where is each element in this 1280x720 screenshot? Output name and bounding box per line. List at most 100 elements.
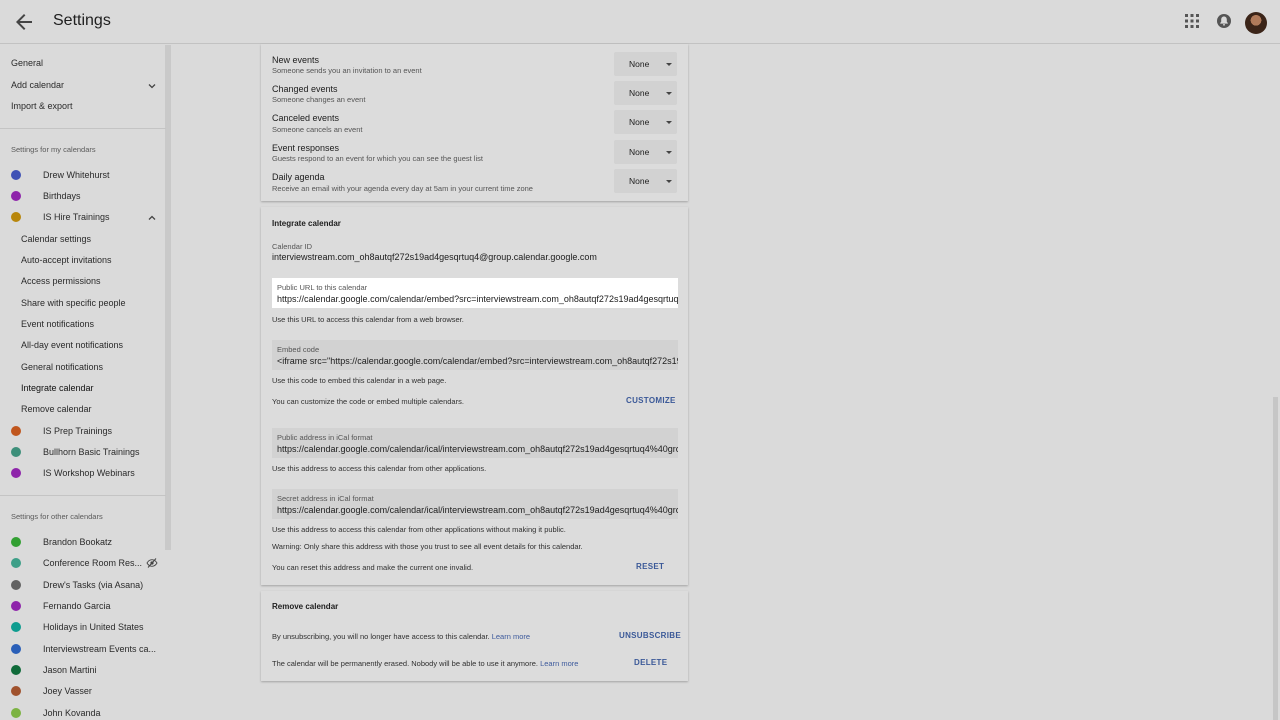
unsubscribe-text: By unsubscribing, you will no longer hav… [272,632,490,641]
public-url-field[interactable]: Public URL to this calendar https://cale… [272,278,678,308]
sidebar-calendar-item[interactable]: Fernando Garcia [0,597,166,617]
sidebar-calendar-item[interactable]: Joey Vasser [0,682,166,702]
notification-title: Event responses [272,143,340,153]
customize-button[interactable]: CUSTOMIZE [626,396,676,405]
sidebar-subitem-calendar-settings[interactable]: Calendar settings [21,234,91,244]
sidebar-subitem-general-notifications[interactable]: General notifications [21,362,103,372]
calendar-id-value[interactable]: interviewstream.com_oh8autqf272s19ad4ges… [272,252,597,262]
calendar-name: Drew's Tasks (via Asana) [43,580,144,590]
sidebar-calendar-item[interactable]: Birthdays [0,187,166,207]
section-heading: Integrate calendar [272,219,341,228]
ical-secret-field[interactable]: Secret address in iCal format https://ca… [272,489,678,519]
sidebar-calendar-item[interactable]: Drew Whitehurst [0,166,166,186]
sidebar-subitem-allday-notifications[interactable]: All-day event notifications [21,340,123,350]
caret-down-icon [666,63,672,66]
calendar-color-dot [11,644,21,654]
sidebar-link-import-export[interactable]: Import & export [11,101,73,111]
ical-public-field[interactable]: Public address in iCal format https://ca… [272,428,678,458]
public-url-help: Use this URL to access this calendar fro… [272,315,464,324]
apps-grid-icon[interactable] [1184,13,1200,29]
notification-title: Canceled events [272,113,340,123]
dropdown-value: None [629,59,650,69]
public-url-label: Public URL to this calendar [277,283,368,292]
notifications-bell-icon[interactable] [1216,13,1232,29]
calendar-color-dot [11,170,21,180]
notification-dropdown[interactable]: None [614,81,677,105]
notification-description: Someone sends you an invitation to an ev… [272,66,422,75]
sidebar-calendar-item[interactable]: Interviewstream Events ca... [0,640,166,660]
notification-description: Receive an email with your agenda every … [272,184,533,193]
calendar-name: Conference Room Res... [43,558,143,568]
page-title: Settings [53,12,111,29]
sidebar-calendar-item[interactable]: IS Prep Trainings [0,422,166,442]
embed-code-label: Embed code [277,345,320,354]
chevron-up-icon[interactable] [147,213,157,223]
ical-secret-value[interactable]: https://calendar.google.com/calendar/ica… [277,505,678,515]
sidebar-subitem-event-notifications[interactable]: Event notifications [21,319,94,329]
back-arrow-icon[interactable] [12,10,36,34]
chevron-down-icon[interactable] [147,81,157,91]
calendar-name: Holidays in United States [43,622,144,632]
embed-code-field[interactable]: Embed code <iframe src="https://calendar… [272,340,678,370]
ical-public-label: Public address in iCal format [277,433,373,442]
sidebar-calendar-item[interactable]: IS Workshop Webinars [0,464,166,484]
dropdown-value: None [629,176,650,186]
notification-dropdown[interactable]: None [614,52,677,76]
calendar-name: IS Hire Trainings [43,212,110,222]
sidebar-calendar-item[interactable]: Holidays in United States [0,618,166,638]
ical-secret-warning: Warning: Only share this address with th… [272,542,583,551]
sidebar-subitem-remove-calendar[interactable]: Remove calendar [21,404,92,414]
delete-text: The calendar will be permanently erased.… [272,659,538,668]
calendar-name: Jason Martini [43,665,97,675]
calendar-name: Bullhorn Basic Trainings [43,447,140,457]
sidebar-calendar-item[interactable]: Drew's Tasks (via Asana) [0,576,166,596]
calendar-name: Brandon Bookatz [43,537,113,547]
sidebar-calendar-item[interactable]: Bullhorn Basic Trainings [0,443,166,463]
sidebar-calendar-item[interactable]: John Kovanda [0,704,166,720]
embed-code-help: Use this code to embed this calendar in … [272,376,447,385]
page-scrollbar[interactable] [1273,397,1278,720]
reset-help: You can reset this address and make the … [272,563,474,572]
sidebar-divider [0,495,166,496]
sidebar-link-add-calendar[interactable]: Add calendar [11,80,64,90]
sidebar-subitem-access-permissions[interactable]: Access permissions [21,276,101,286]
notification-description: Guests respond to an event for which you… [272,154,483,163]
learn-more-link[interactable]: Learn more [540,659,578,668]
sidebar-calendar-item[interactable]: Conference Room Res... [0,554,166,574]
caret-down-icon [666,180,672,183]
calendar-color-dot [11,686,21,696]
learn-more-link[interactable]: Learn more [492,632,530,641]
caret-down-icon [666,151,672,154]
other-calendars-heading: Settings for other calendars [11,512,103,521]
sidebar-calendar-item[interactable]: Brandon Bookatz [0,533,166,553]
sidebar-subitem-integrate-calendar[interactable]: Integrate calendar [21,383,94,393]
sidebar-subitem-auto-accept[interactable]: Auto-accept invitations [21,255,112,265]
delete-text-row: The calendar will be permanently erased.… [272,659,578,668]
notification-dropdown[interactable]: None [614,110,677,134]
unsubscribe-button[interactable]: UNSUBSCRIBE [619,631,681,640]
event-notifications-card: New events Someone sends you an invitati… [261,44,688,201]
notification-dropdown[interactable]: None [614,169,677,193]
embed-code-value[interactable]: <iframe src="https://calendar.google.com… [277,356,678,366]
sidebar-calendar-item[interactable]: Jason Martini [0,661,166,681]
reset-button[interactable]: RESET [636,562,664,571]
calendar-name: Interviewstream Events ca... [43,644,157,654]
calendar-color-dot [11,558,21,568]
notification-description: Someone cancels an event [272,125,363,134]
calendar-id-label: Calendar ID [272,242,313,251]
notification-dropdown[interactable]: None [614,140,677,164]
calendar-color-dot [11,601,21,611]
customize-help: You can customize the code or embed mult… [272,397,464,406]
delete-button[interactable]: DELETE [634,658,667,667]
visibility-off-icon[interactable] [146,557,158,569]
sidebar-link-general[interactable]: General [11,58,43,68]
calendar-name: Fernando Garcia [43,601,111,611]
ical-public-value[interactable]: https://calendar.google.com/calendar/ica… [277,444,678,454]
user-avatar[interactable] [1245,12,1267,34]
sidebar-subitem-share-people[interactable]: Share with specific people [21,298,126,308]
public-url-value[interactable]: https://calendar.google.com/calendar/emb… [277,294,678,304]
calendar-color-dot [11,537,21,547]
ical-secret-help: Use this address to access this calendar… [272,525,566,534]
top-bar: Settings [0,0,1280,44]
sidebar-calendar-item-expanded[interactable]: IS Hire Trainings [0,208,166,228]
